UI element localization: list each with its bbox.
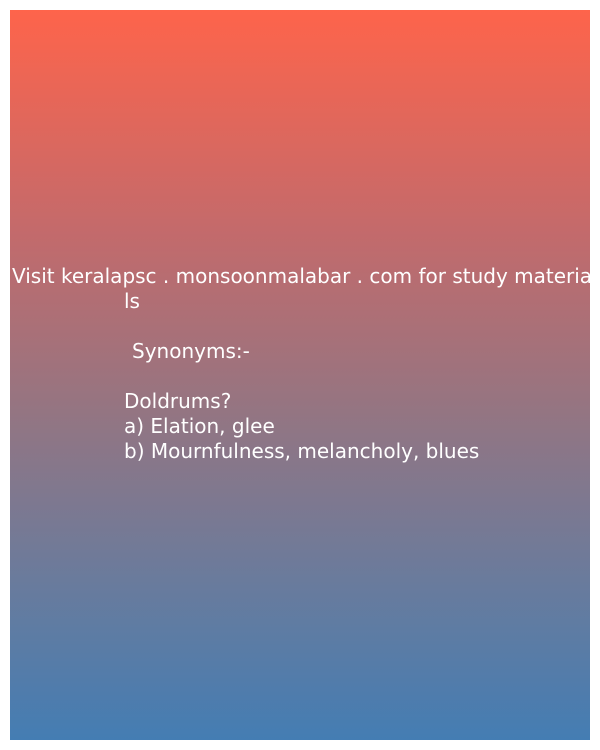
quiz-heading: Synonyms:- [132, 339, 250, 363]
quiz-option-b: b) Mournfulness, melancholy, blues [124, 439, 480, 463]
promo-line-1: Visit keralapsc . monsoonmalabar . com f… [12, 264, 590, 288]
quiz-card: Visit keralapsc . monsoonmalabar . com f… [10, 10, 590, 740]
quiz-option-a: a) Elation, glee [124, 414, 275, 438]
quiz-question: Doldrums? [124, 389, 232, 413]
promo-line-2: ls [124, 289, 140, 313]
